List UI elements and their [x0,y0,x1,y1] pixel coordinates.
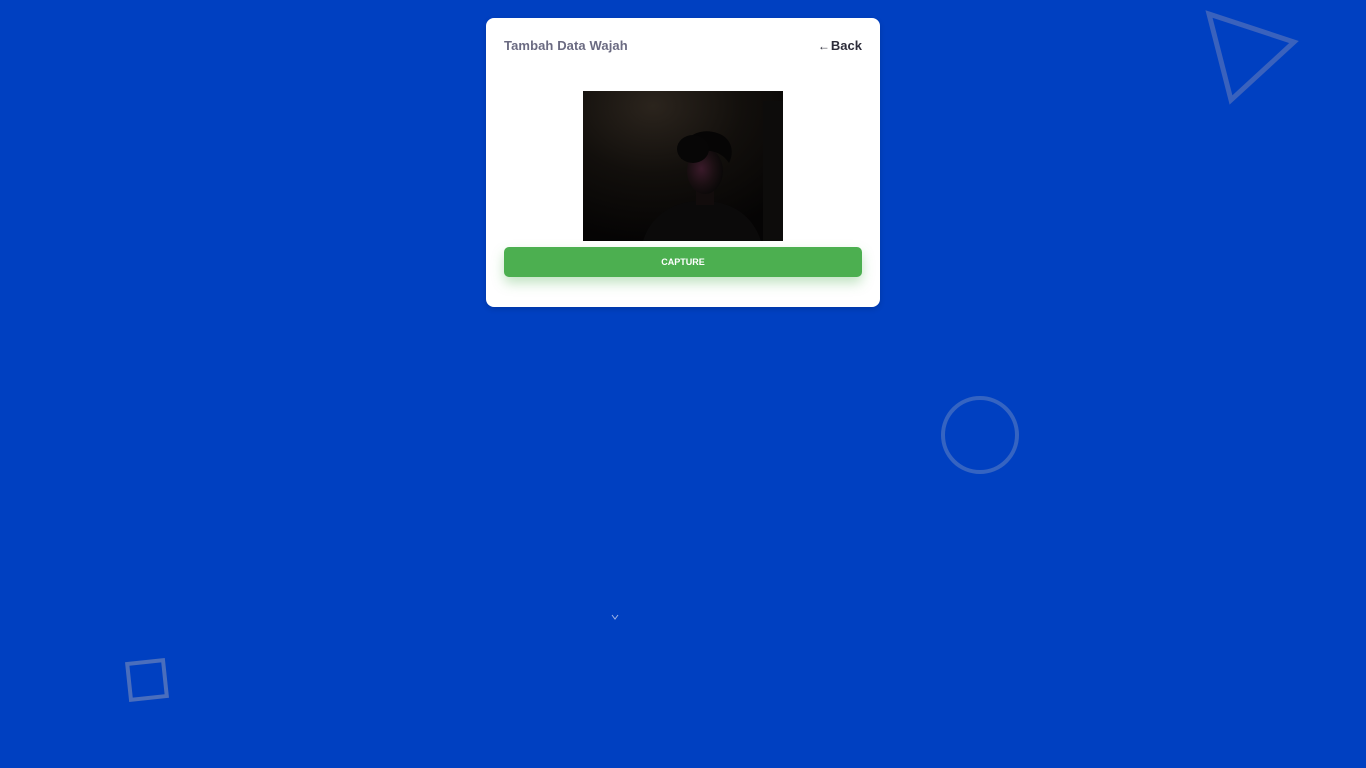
back-link[interactable]: ← Back [818,38,862,53]
mouse-cursor-icon [611,614,619,620]
square-decoration-icon [125,658,169,702]
capture-button[interactable]: CAPTURE [504,247,862,277]
add-face-data-card: Tambah Data Wajah ← Back CAPTURE [486,18,880,307]
webcam-video-preview [583,91,783,241]
card-title: Tambah Data Wajah [504,38,628,53]
arrow-left-icon: ← [817,38,830,53]
back-label: Back [830,38,862,53]
triangle-decoration-icon [1205,10,1299,105]
circle-decoration-icon [941,396,1019,474]
